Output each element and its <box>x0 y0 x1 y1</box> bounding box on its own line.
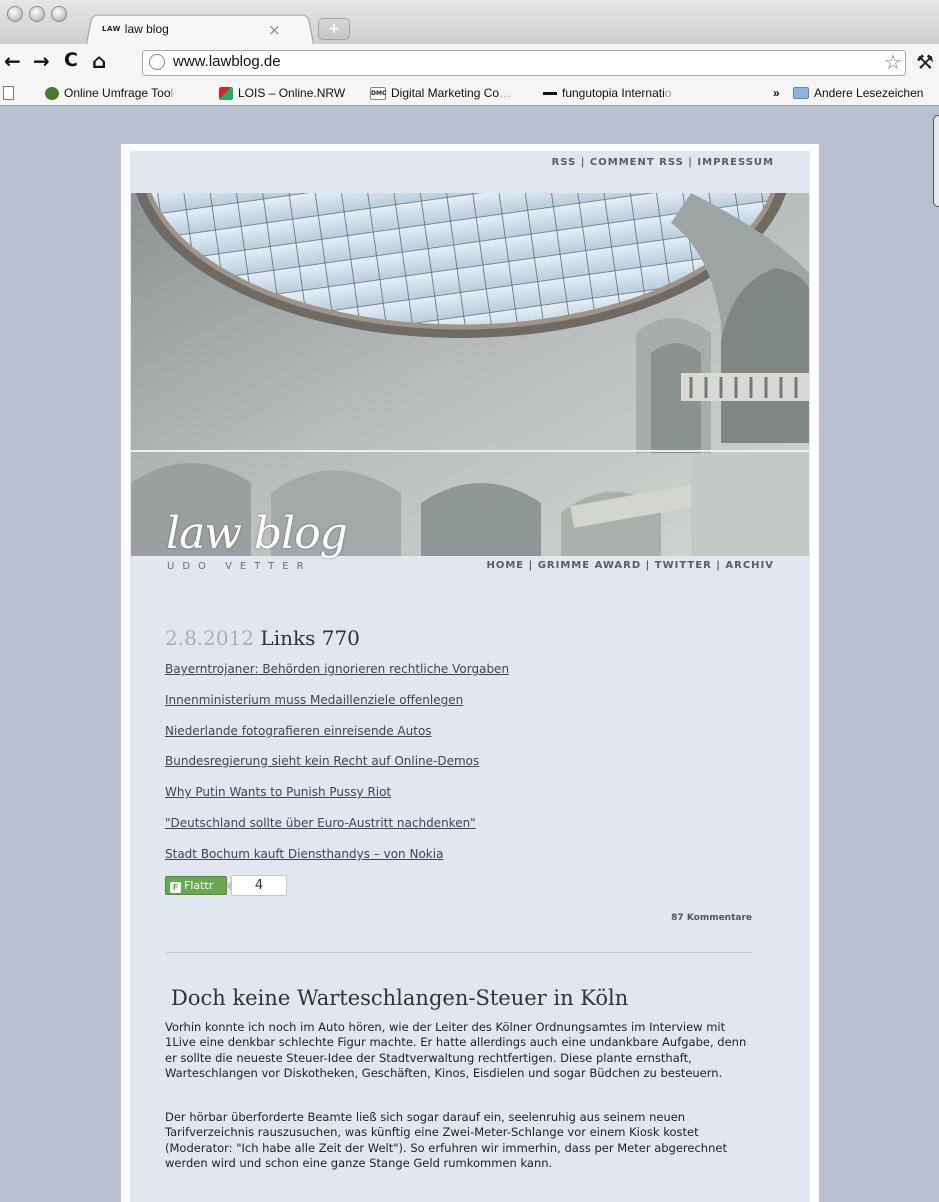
bookmark-fungutopia[interactable]: fungutopia Internati o <box>543 86 693 100</box>
post-link[interactable]: Why Putin Wants to Punish Pussy Riot <box>165 785 391 799</box>
page-icon <box>3 86 14 100</box>
window-minimize-button[interactable] <box>29 6 45 22</box>
post-link[interactable]: Bayerntrojaner: Behörden ignorieren rech… <box>165 662 509 676</box>
header-image <box>131 193 809 556</box>
wrench-icon[interactable]: ⚒ <box>916 50 934 74</box>
bookmark-other-folder[interactable]: Andere Lesezeichen <box>793 86 939 100</box>
blog-author: UDO VETTER <box>167 561 312 572</box>
bookmark-label: Digital Marketing Co <box>391 86 500 100</box>
post-paragraph: Der hörbar überforderte Beamte ließ sich… <box>165 1110 727 1170</box>
bookmark-digital-marketing[interactable]: DMC Digital Marketing Co… <box>370 86 532 100</box>
flattr-label: Flattr <box>184 879 214 892</box>
globe-icon <box>149 54 165 70</box>
home-icon[interactable]: ⌂ <box>92 49 106 73</box>
post-link[interactable]: Niederlande fotografieren einreisende Au… <box>165 724 432 738</box>
post-link[interactable]: Bundesregierung sieht kein Recht auf Onl… <box>165 754 479 768</box>
forward-arrow-icon[interactable]: → <box>33 49 50 73</box>
post-date: 2.8.2012 <box>165 626 255 650</box>
comments-link[interactable]: 87 Kommentare <box>560 913 752 923</box>
bookmark-online-umfrage[interactable]: Online Umfrage Too l <box>45 86 197 100</box>
bookmark-label: Andere Lesezeichen <box>814 86 924 100</box>
post-title[interactable]: Doch keine Warteschlangen-Steuer in Köln <box>171 986 628 1010</box>
post-divider <box>166 952 753 953</box>
post-link[interactable]: "Deutschland sollte über Euro-Austritt n… <box>165 816 476 830</box>
post-paragraph: Vorhin konnte ich noch im Auto hören, wi… <box>165 1020 747 1080</box>
post-link[interactable]: Innenministerium muss Medaillenziele off… <box>165 693 463 707</box>
blog-logo[interactable]: law blog <box>166 508 348 559</box>
bookmark-star-icon[interactable]: ☆ <box>884 50 902 74</box>
bookmark-label: fungutopia Internati <box>562 86 665 100</box>
post-title[interactable]: 2.8.2012 Links 770 <box>165 626 360 650</box>
bookmark-lois[interactable]: LOIS – Online.NRW <box>219 86 359 100</box>
address-bar-url[interactable]: www.lawblog.de <box>173 53 281 70</box>
window-zoom-button[interactable] <box>51 6 67 22</box>
bookmark-label: LOIS – Online.NRW <box>238 86 346 100</box>
flattr-icon: F <box>170 882 181 893</box>
back-arrow-icon[interactable]: ← <box>4 49 21 73</box>
bookmarks-overflow-chevron-icon[interactable]: » <box>773 86 780 100</box>
flattr-count: 4 <box>226 875 287 896</box>
top-links[interactable]: RSS | COMMENT RSS | IMPRESSUM <box>130 157 774 168</box>
browser-chrome: LAW law blog × + ← → C ⌂ www.lawblog.de … <box>0 0 939 106</box>
new-tab-button[interactable]: + <box>318 18 350 40</box>
bookmark-favicon-icon <box>45 86 59 100</box>
flattr-button[interactable]: F Flattr <box>165 876 227 895</box>
tab-title: law blog <box>124 22 169 36</box>
window-close-button[interactable] <box>7 6 23 22</box>
post-link[interactable]: Stadt Bochum kauft Diensthandys – von No… <box>165 847 443 861</box>
dash-favicon-icon <box>543 91 557 95</box>
bookmark-favicon-icon <box>219 86 233 100</box>
tab-close-icon[interactable]: × <box>268 21 281 39</box>
site-favicon-icon: LAW <box>102 25 121 33</box>
folder-icon <box>793 87 809 99</box>
reload-icon[interactable]: C <box>64 49 78 71</box>
main-navigation[interactable]: HOME | GRIMME AWARD | TWITTER | ARCHIV <box>400 560 774 571</box>
scrollbar-thumb[interactable] <box>933 115 939 207</box>
post-title-text[interactable]: Links 770 <box>260 626 359 650</box>
bookmark-label: Online Umfrage Too <box>64 86 171 100</box>
dmc-favicon-icon: DMC <box>370 86 386 100</box>
